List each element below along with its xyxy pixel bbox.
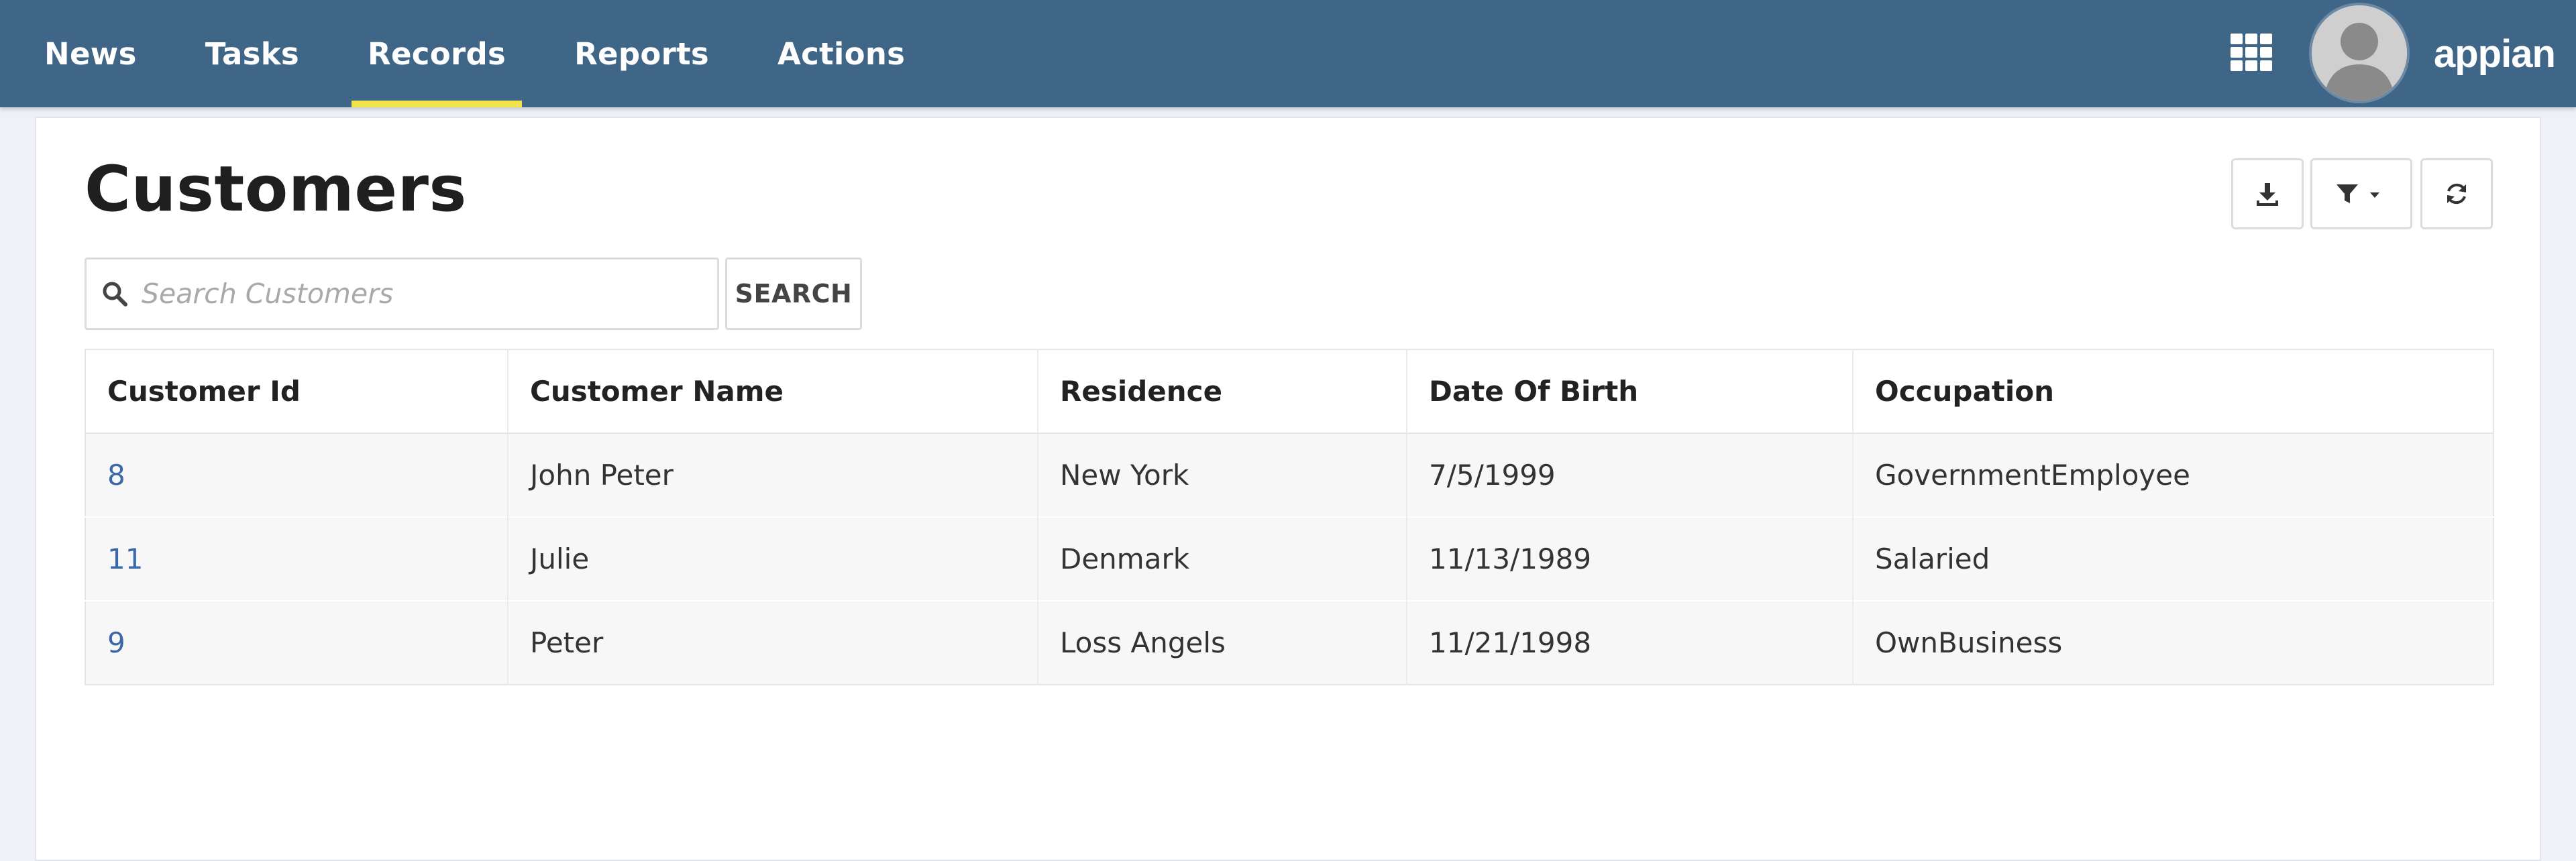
page-title: Customers xyxy=(85,153,467,226)
customer-id-link[interactable]: 9 xyxy=(85,600,508,685)
column-header-occupation[interactable]: Occupation xyxy=(1852,349,2493,434)
occupation-cell: Salaried xyxy=(1852,516,2493,601)
residence-cell: Loss Angels xyxy=(1037,600,1407,685)
customer-name-cell: Peter xyxy=(507,600,1038,685)
apps-grid-icon[interactable] xyxy=(2231,34,2277,74)
records-card: Customers SEARCH xyxy=(35,117,2541,861)
nav-tabs: News Tasks Records Reports Actions xyxy=(28,0,957,107)
date-of-birth-cell: 11/21/1998 xyxy=(1406,600,1853,685)
customer-id-link[interactable]: 8 xyxy=(85,433,508,517)
residence-cell: Denmark xyxy=(1037,516,1407,601)
search-input[interactable] xyxy=(140,277,690,310)
table-header-row: Customer Id Customer Name Residence Date… xyxy=(85,349,2493,434)
user-silhouette-icon xyxy=(2312,5,2407,101)
column-header-customer-id[interactable]: Customer Id xyxy=(85,349,508,434)
download-icon xyxy=(2257,183,2278,206)
search-field xyxy=(85,257,719,330)
table-row: 11 Julie Denmark 11/13/1989 Salaried xyxy=(85,516,2493,601)
filter-button[interactable] xyxy=(2310,158,2412,229)
customers-table: Customer Id Customer Name Residence Date… xyxy=(85,349,2494,685)
table-row: 8 John Peter New York 7/5/1999 Governmen… xyxy=(85,433,2493,517)
search-button[interactable]: SEARCH xyxy=(725,257,862,330)
download-button[interactable] xyxy=(2231,158,2304,229)
refresh-icon xyxy=(2447,183,2466,205)
refresh-button[interactable] xyxy=(2420,158,2493,229)
search-icon xyxy=(103,282,127,306)
user-avatar[interactable] xyxy=(2309,3,2410,103)
customer-id-link[interactable]: 11 xyxy=(85,516,508,601)
column-header-customer-name[interactable]: Customer Name xyxy=(507,349,1038,434)
date-of-birth-cell: 7/5/1999 xyxy=(1406,433,1853,517)
residence-cell: New York xyxy=(1037,433,1407,517)
tab-actions[interactable]: Actions xyxy=(761,0,921,107)
date-of-birth-cell: 11/13/1989 xyxy=(1406,516,1853,601)
appian-logo: appian xyxy=(2434,32,2556,76)
top-navigation-bar: News Tasks Records Reports Actions appia… xyxy=(0,0,2576,107)
tab-records[interactable]: Records xyxy=(352,0,523,107)
filter-icon xyxy=(2337,184,2379,203)
tab-news[interactable]: News xyxy=(28,0,153,107)
tab-tasks[interactable]: Tasks xyxy=(189,0,315,107)
column-header-residence[interactable]: Residence xyxy=(1037,349,1407,434)
table-row: 9 Peter Loss Angels 11/21/1998 OwnBusine… xyxy=(85,600,2493,685)
occupation-cell: OwnBusiness xyxy=(1852,600,2493,685)
customer-name-cell: John Peter xyxy=(507,433,1038,517)
customer-name-cell: Julie xyxy=(507,516,1038,601)
tab-reports[interactable]: Reports xyxy=(558,0,725,107)
column-header-date-of-birth[interactable]: Date Of Birth xyxy=(1406,349,1853,434)
occupation-cell: GovernmentEmployee xyxy=(1852,433,2493,517)
